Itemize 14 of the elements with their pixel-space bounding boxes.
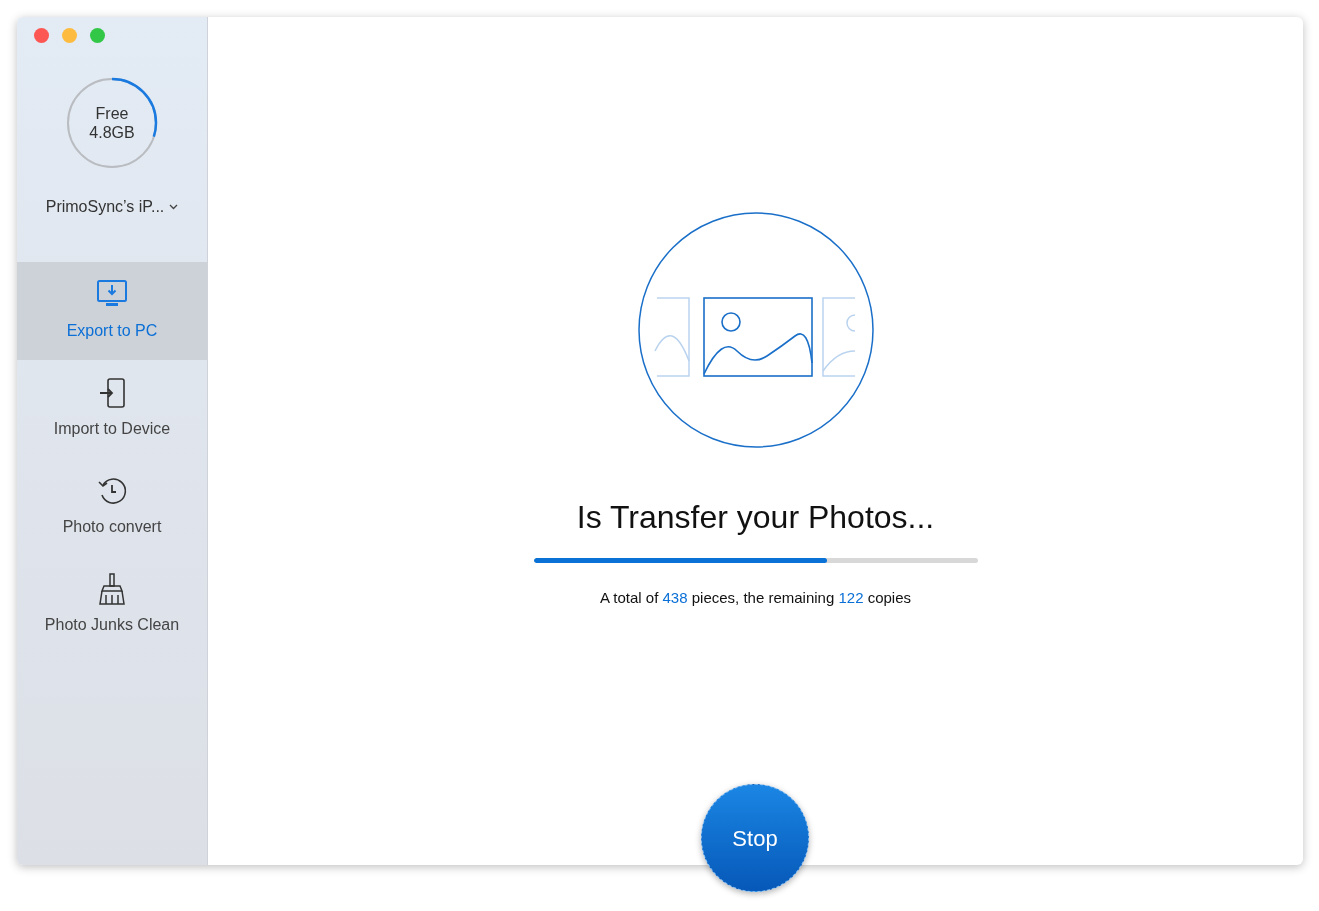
zoom-button[interactable] xyxy=(90,28,105,43)
broom-icon xyxy=(96,573,128,605)
sidebar-item[interactable]: Photo Junks Clean xyxy=(17,556,207,654)
sidebar-item[interactable]: Import to Device xyxy=(17,360,207,458)
minimize-button[interactable] xyxy=(62,28,77,43)
storage-label: Free xyxy=(95,104,129,123)
storage-value: 4.8GB xyxy=(89,123,135,142)
transfer-title: Is Transfer your Photos... xyxy=(576,498,935,537)
transfer-summary: A total of 438 pieces, the remaining 122 copies xyxy=(599,588,912,608)
chevron-down-icon xyxy=(169,204,179,210)
history-clock-icon xyxy=(96,475,128,507)
close-button[interactable] xyxy=(34,28,49,43)
device-selector[interactable]: PrimoSync’s iP... xyxy=(45,195,179,219)
sidebar-item[interactable]: Photo convert xyxy=(17,458,207,556)
